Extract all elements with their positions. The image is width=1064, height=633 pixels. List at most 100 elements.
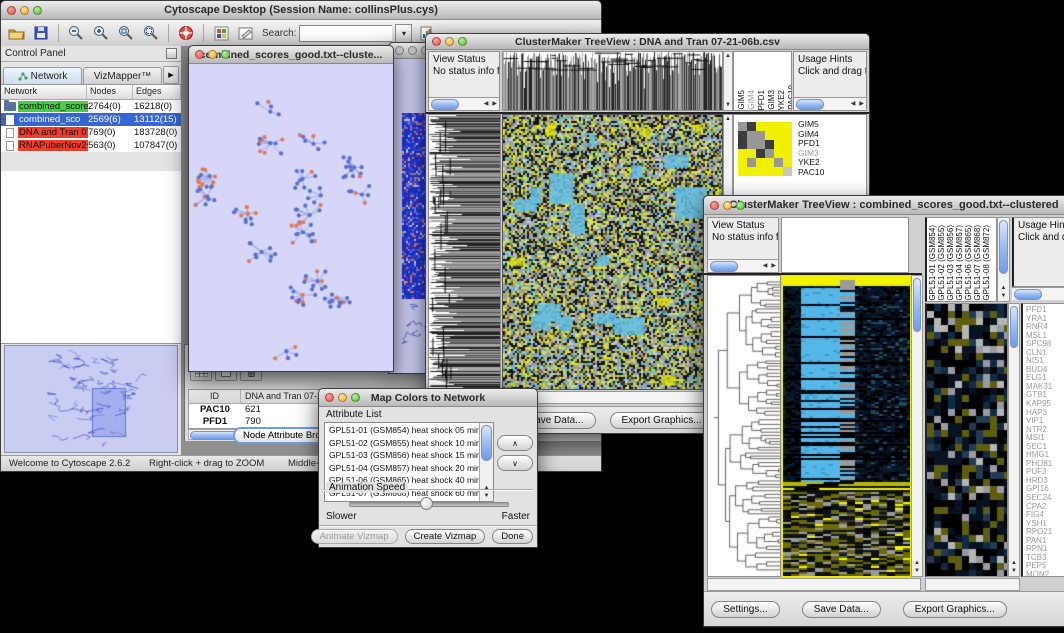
tv2-row-dendrogram[interactable] xyxy=(707,275,781,577)
search-dropdown-icon[interactable]: ▾ xyxy=(395,24,412,43)
slider-thumb[interactable] xyxy=(420,497,433,510)
scrollbar-thumb[interactable] xyxy=(796,99,824,110)
treeview-button[interactable]: Export Graphics... xyxy=(903,601,1007,618)
zoom-window-icon[interactable] xyxy=(458,37,467,46)
vizmapper-icon[interactable] xyxy=(210,23,232,43)
attribute-item[interactable]: GPL51-03 (GSM856) heat shock 15 min xyxy=(326,449,479,462)
scroll-down-icon[interactable]: ▼ xyxy=(998,293,1009,300)
float-panel-icon[interactable] xyxy=(166,48,177,59)
help-ring-icon[interactable] xyxy=(175,23,197,43)
tv2-top-dendrogram-area[interactable] xyxy=(781,217,909,273)
search-input[interactable] xyxy=(299,25,392,42)
zoom-window-icon[interactable] xyxy=(736,201,745,210)
gene-label[interactable]: PAC10 xyxy=(798,168,824,178)
window-controls[interactable] xyxy=(7,6,42,15)
attribute-item[interactable]: GPL51-02 (GSM855) heat shock 10 min xyxy=(326,437,479,450)
tv2-status-hscrollbar[interactable]: ◀▶ xyxy=(708,259,778,272)
tv2-heatmap-vscrollbar[interactable]: ▲ ▼ xyxy=(911,275,923,577)
scroll-up-icon[interactable]: ▲ xyxy=(1009,560,1019,567)
attribute-item[interactable]: GPL51-01 (GSM854) heat shock 05 min xyxy=(326,424,479,437)
scrollbar-thumb[interactable] xyxy=(1010,306,1018,348)
tv2-overview-hscrollbar[interactable] xyxy=(925,578,1020,591)
tv2-hints-hscrollbar[interactable]: ◀▶ xyxy=(1012,287,1064,300)
zoom-selected-button[interactable] xyxy=(115,23,137,43)
save-button[interactable] xyxy=(30,23,52,43)
tv2-labels-vscrollbar[interactable]: ▲ ▼ xyxy=(997,217,1010,302)
scroll-right-icon[interactable]: ▶ xyxy=(857,99,866,110)
scroll-left-icon[interactable]: ◀ xyxy=(482,99,491,110)
scroll-up-icon[interactable]: ▲ xyxy=(724,53,732,60)
close-icon[interactable] xyxy=(432,37,441,46)
annotation-icon[interactable] xyxy=(235,23,257,43)
tv1-col-dendro-canvas[interactable] xyxy=(503,52,722,110)
animate-vizmap-button[interactable]: Animate Vizmap xyxy=(311,529,398,544)
window-controls[interactable] xyxy=(710,201,745,210)
network-table-row[interactable]: RNAPuberNov2+I 563(0) 107847(0) xyxy=(1,139,181,152)
scroll-up-icon[interactable]: ▲ xyxy=(912,560,922,567)
zoom-window-icon[interactable] xyxy=(351,393,360,402)
window-controls[interactable] xyxy=(325,393,360,402)
tab-overflow-arrow-icon[interactable]: ▶ xyxy=(163,66,179,84)
window-controls[interactable] xyxy=(432,37,467,46)
scroll-up-icon[interactable]: ▲ xyxy=(724,116,732,123)
main-titlebar[interactable]: Cytoscape Desktop (Session Name: collins… xyxy=(1,1,601,20)
scroll-right-icon[interactable]: ▶ xyxy=(490,99,499,110)
dialog-titlebar[interactable]: Map Colors to Network xyxy=(319,389,537,407)
net1-titlebar[interactable]: combined_scores_good.txt--cluste... xyxy=(189,46,393,64)
close-icon[interactable] xyxy=(395,46,404,55)
similarity-matrix[interactable] xyxy=(738,122,792,176)
tv2-right-heatmap-canvas[interactable] xyxy=(927,304,1008,576)
animation-speed-slider[interactable] xyxy=(349,502,509,507)
minimize-icon[interactable] xyxy=(338,393,347,402)
minimize-icon[interactable] xyxy=(408,46,417,55)
network-table-row[interactable]: DNA and Tran 07 769(0) 183728(0) xyxy=(1,126,181,139)
tv2-heatmap-hscrollbar[interactable] xyxy=(707,578,921,591)
zoom-window-icon[interactable] xyxy=(33,6,42,15)
tv1-labels-vscrollbar[interactable]: ▲ ▼ xyxy=(723,51,733,111)
scrollbar-thumb[interactable] xyxy=(913,278,921,332)
zoom-fit-button[interactable] xyxy=(140,23,162,43)
window-controls[interactable] xyxy=(195,50,230,59)
move-up-button[interactable]: ∧ xyxy=(497,435,533,451)
scrollbar-thumb[interactable] xyxy=(999,220,1008,274)
scrollbar-thumb[interactable] xyxy=(481,425,492,461)
zoom-in-button[interactable] xyxy=(90,23,112,43)
tv1-row-dendrogram[interactable] xyxy=(428,114,501,390)
scroll-right-icon[interactable]: ▶ xyxy=(769,261,778,272)
tv2-heatmap[interactable] xyxy=(782,275,911,577)
treeview-button[interactable]: Settings... xyxy=(711,601,779,618)
scrollbar-thumb[interactable] xyxy=(1014,289,1042,300)
network-overview-panel[interactable] xyxy=(4,345,178,453)
tv1-column-dendrogram[interactable] xyxy=(502,51,723,111)
tv1-heatmap[interactable] xyxy=(502,114,723,390)
tv1-titlebar[interactable]: ClusterMaker TreeView : DNA and Tran 07-… xyxy=(426,34,869,50)
scroll-down-icon[interactable]: ▼ xyxy=(912,568,922,575)
scrollbar-thumb[interactable] xyxy=(710,261,738,272)
minimize-icon[interactable] xyxy=(723,201,732,210)
tv2-row-dendro-canvas[interactable] xyxy=(708,276,780,576)
treeview-button[interactable]: Save Data... xyxy=(802,601,881,618)
network-table-row[interactable]: combined_scores 2764(0) 16218(0) xyxy=(1,100,181,113)
tv1-hints-hscrollbar[interactable]: ◀▶ xyxy=(794,97,866,110)
attribute-item[interactable]: GPL51-04 (GSM857) heat shock 20 min xyxy=(326,462,479,475)
create-vizmap-button[interactable]: Create Vizmap xyxy=(405,529,486,544)
network-table-row[interactable]: combined_sco 2569(6) 13112(15) xyxy=(1,113,181,126)
move-down-button[interactable]: ∨ xyxy=(497,455,533,471)
scrollbar-thumb[interactable] xyxy=(431,99,459,110)
scroll-down-icon[interactable]: ▼ xyxy=(480,493,493,500)
treeview-button[interactable]: Export Graphics... xyxy=(610,412,714,429)
scroll-down-icon[interactable]: ▼ xyxy=(1009,568,1019,575)
network-table-header[interactable]: Network Nodes Edges xyxy=(1,85,181,100)
tv1-status-hscrollbar[interactable]: ◀▶ xyxy=(429,97,499,110)
network1-canvas[interactable] xyxy=(190,64,392,367)
done-button[interactable]: Done xyxy=(492,529,533,544)
tv2-overview-vscrollbar[interactable]: ▲ ▼ xyxy=(1008,303,1020,577)
tv2-titlebar[interactable]: ClusterMaker TreeView : combined_scores_… xyxy=(704,196,1064,215)
tv1-row-dendro-canvas[interactable] xyxy=(429,115,500,389)
minimize-icon[interactable] xyxy=(445,37,454,46)
tv2-heatmap-canvas[interactable] xyxy=(783,276,910,576)
minimize-icon[interactable] xyxy=(208,50,217,59)
minimize-icon[interactable] xyxy=(20,6,29,15)
scroll-down-icon[interactable]: ▼ xyxy=(724,102,732,109)
tv2-overview-heatmap[interactable] xyxy=(925,303,1008,577)
